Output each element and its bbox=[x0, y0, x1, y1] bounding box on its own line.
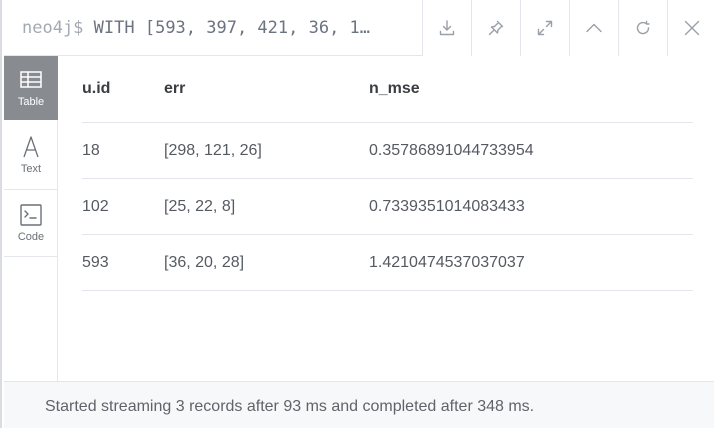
table-row: 593 [36, 20, 28] 1.4210474537037037 bbox=[82, 235, 693, 291]
tab-table-label: Table bbox=[17, 95, 45, 108]
column-header: n_mse bbox=[369, 80, 420, 97]
close-icon bbox=[684, 20, 700, 36]
table-cell: [298, 121, 26] bbox=[164, 141, 262, 159]
query-prompt: neo4j$ bbox=[22, 18, 84, 38]
tab-code-label: Code bbox=[17, 231, 45, 243]
table-cell: [36, 20, 28] bbox=[164, 253, 245, 271]
table-header-row: u.id err n_mse bbox=[82, 56, 693, 123]
close-button[interactable] bbox=[667, 0, 714, 56]
status-message: Started streaming 3 records after 93 ms … bbox=[45, 398, 535, 415]
table-cell: 0.7339351014083433 bbox=[369, 197, 525, 215]
collapse-up-icon bbox=[586, 23, 602, 33]
expand-icon bbox=[537, 20, 553, 36]
table-icon bbox=[20, 70, 42, 88]
table-cell: 1.4210474537037037 bbox=[369, 253, 525, 271]
tab-table[interactable]: Table bbox=[4, 56, 58, 120]
results-table: u.id err n_mse 18 [298, 121, 26] 0.35786… bbox=[82, 56, 693, 291]
pin-button[interactable] bbox=[471, 0, 520, 56]
table-cell: 18 bbox=[82, 141, 100, 159]
collapse-button[interactable] bbox=[569, 0, 618, 56]
pin-icon bbox=[488, 20, 504, 36]
query-editor[interactable]: neo4j$ WITH [593, 397, 421, 36, 1… bbox=[22, 0, 422, 56]
download-icon bbox=[439, 20, 455, 36]
table-row: 18 [298, 121, 26] 0.35786891044733954 bbox=[82, 123, 693, 179]
code-icon bbox=[20, 204, 42, 226]
table-cell: 593 bbox=[82, 253, 109, 271]
column-header: err bbox=[164, 80, 186, 97]
table-cell: 102 bbox=[82, 197, 109, 215]
status-bar: Started streaming 3 records after 93 ms … bbox=[4, 381, 714, 428]
view-switcher: Table Text Code bbox=[4, 56, 58, 381]
table-cell: [25, 22, 8] bbox=[164, 197, 236, 215]
table-cell: 0.35786891044733954 bbox=[369, 141, 534, 159]
query-text: WITH [593, 397, 421, 36, 1… bbox=[93, 18, 371, 38]
text-icon bbox=[23, 135, 39, 157]
download-button[interactable] bbox=[422, 0, 471, 56]
tab-text[interactable]: Text bbox=[4, 120, 58, 190]
column-header: u.id bbox=[82, 80, 111, 97]
frame-header: neo4j$ WITH [593, 397, 421, 36, 1… bbox=[4, 0, 714, 56]
tab-code[interactable]: Code bbox=[4, 190, 58, 257]
rerun-icon bbox=[636, 20, 650, 35]
table-row: 102 [25, 22, 8] 0.7339351014083433 bbox=[82, 179, 693, 235]
expand-button[interactable] bbox=[520, 0, 569, 56]
rerun-button[interactable] bbox=[618, 0, 667, 56]
result-frame: neo4j$ WITH [593, 397, 421, 36, 1… Table… bbox=[0, 0, 714, 428]
tab-text-label: Text bbox=[20, 162, 42, 175]
